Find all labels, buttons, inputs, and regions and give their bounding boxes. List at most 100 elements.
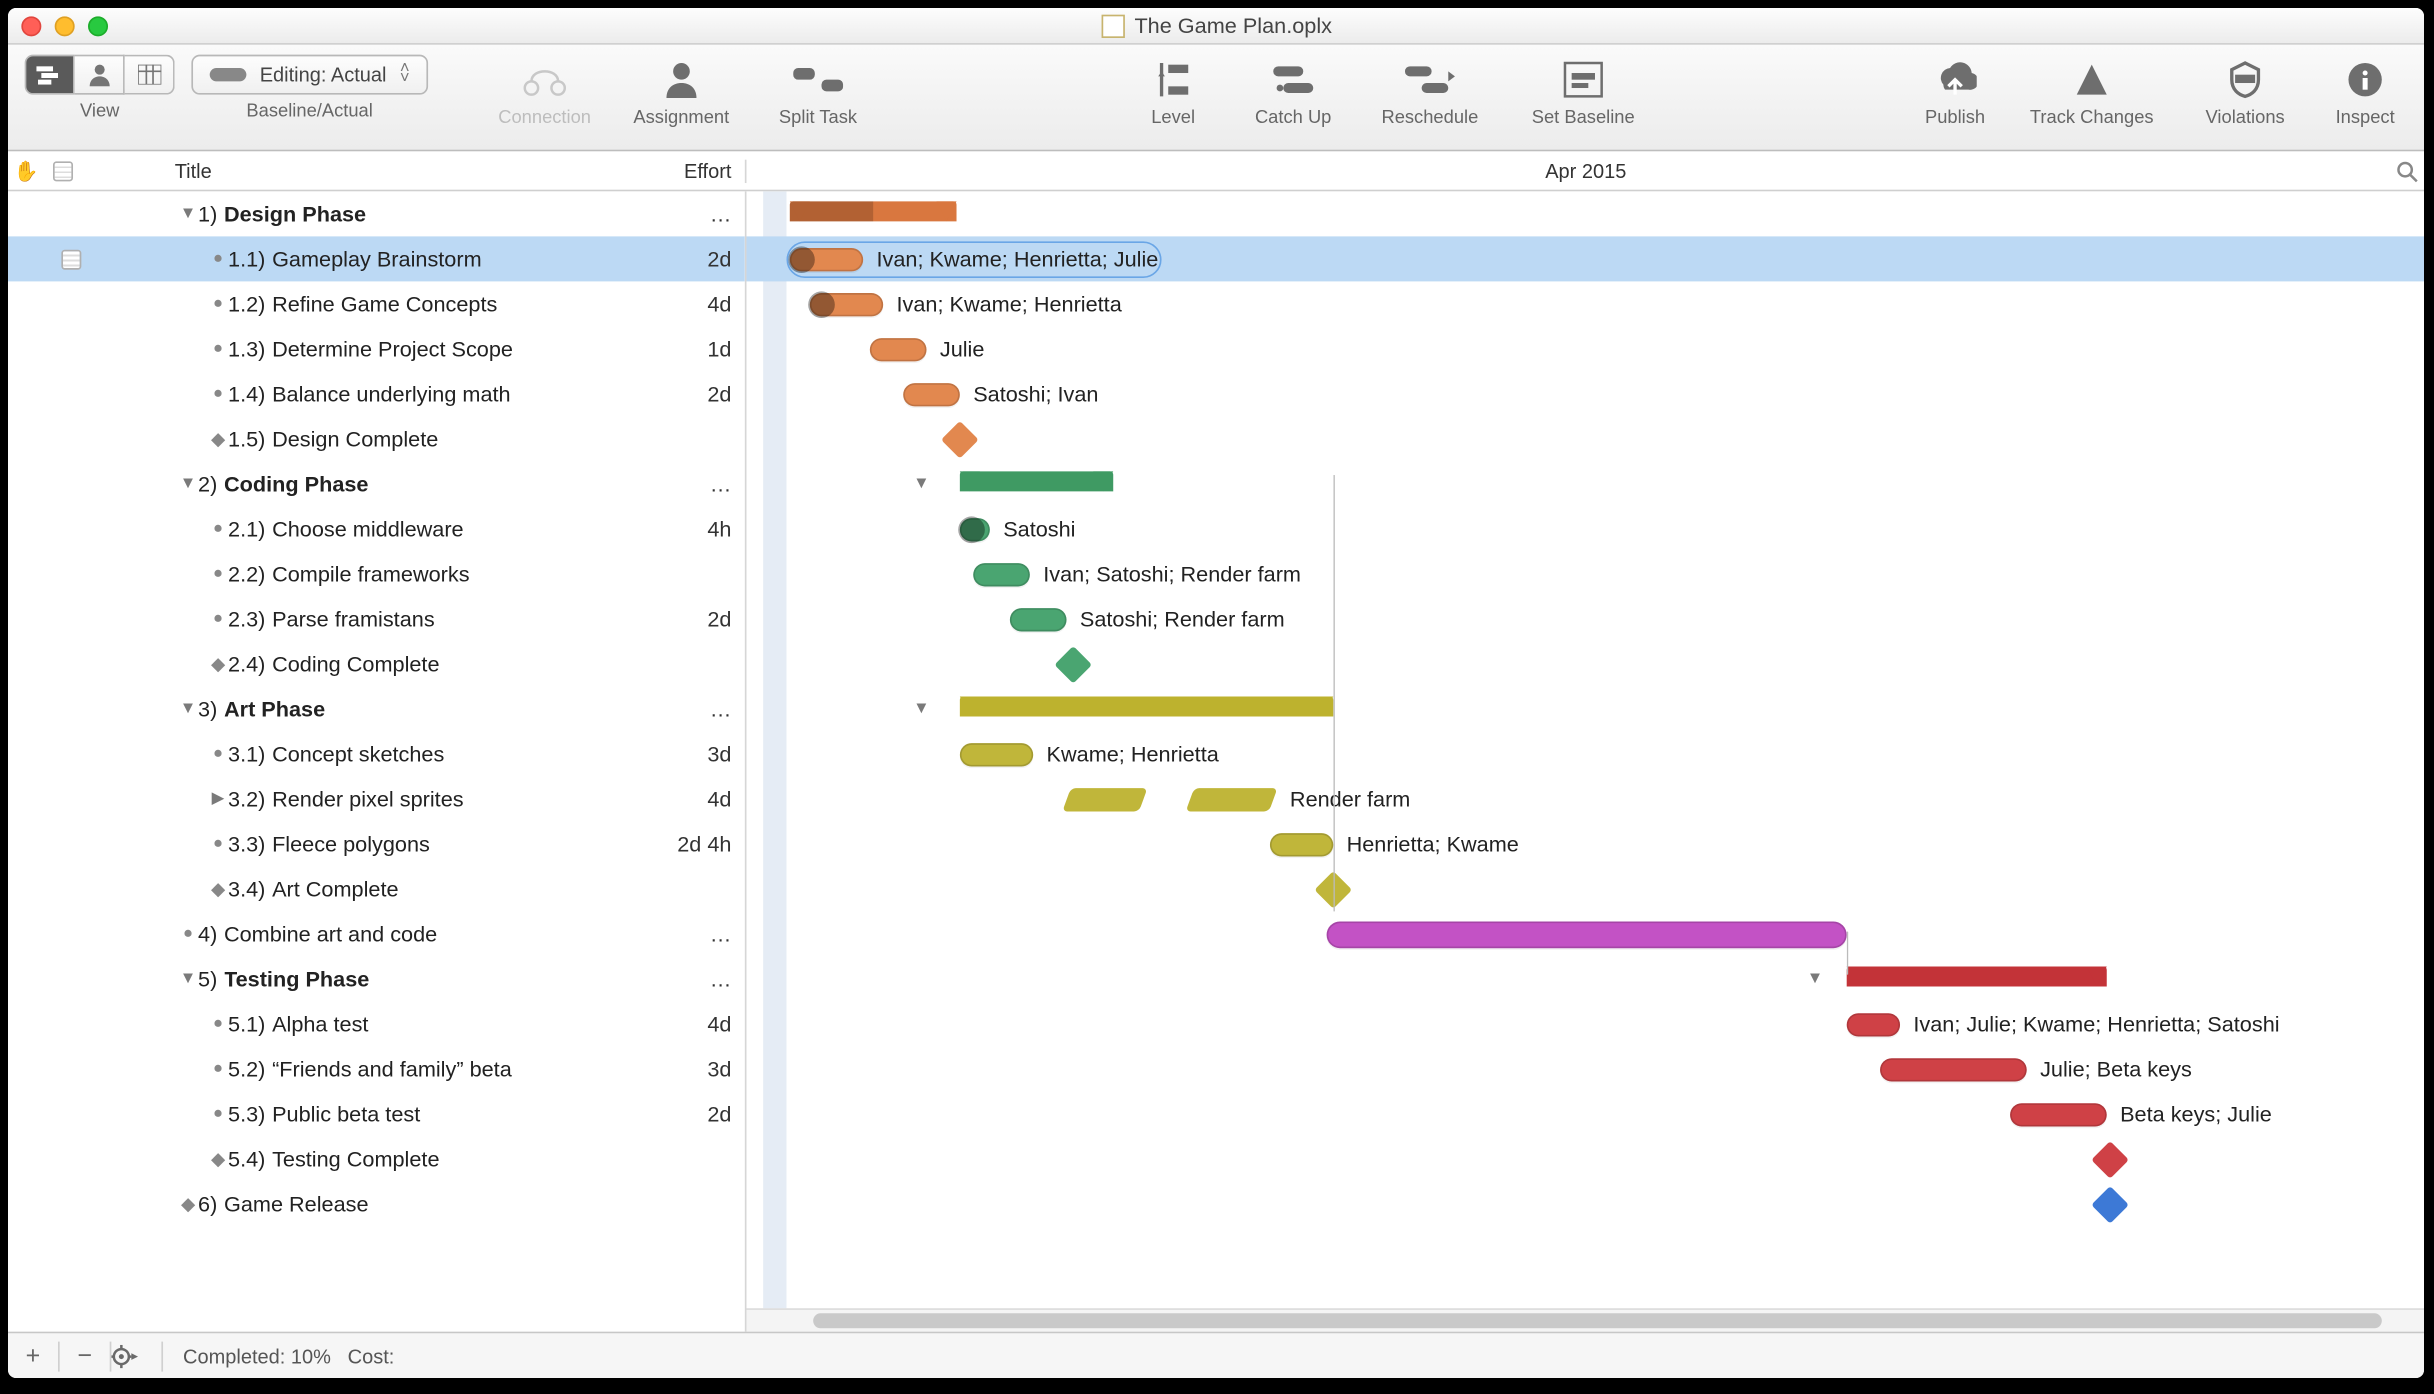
gantt-row[interactable] [746,1182,2424,1227]
gantt-row[interactable]: Ivan; Kwame; Henrietta [746,281,2424,326]
group-collapse-triangle[interactable]: ▼ [913,700,930,718]
phase-bar[interactable] [790,201,957,221]
gantt-row[interactable]: Kwame; Henrietta [746,731,2424,776]
outline-row[interactable]: ● 5.3)Public beta test2d [8,1092,745,1137]
milestone-diamond[interactable] [941,421,979,459]
outline-row[interactable]: ● 3.1)Concept sketches3d [8,731,745,776]
toolbar-violations[interactable]: Violations [2185,55,2305,128]
task-bar[interactable] [2010,1103,2107,1126]
group-collapse-triangle[interactable]: ▼ [1807,970,1824,988]
gantt-row[interactable]: Ivan; Julie; Kwame; Henrietta; Satoshi [746,1002,2424,1047]
gantt-horizontal-scrollbar[interactable] [746,1308,2424,1331]
gantt-row[interactable]: Julie; Beta keys [746,1047,2424,1092]
gantt-row[interactable] [746,867,2424,912]
gantt-row[interactable]: Ivan; Satoshi; Render farm [746,551,2424,596]
add-button[interactable]: + [8,1342,58,1370]
outline-row[interactable]: ▶ 3.2)Render pixel sprites4d [8,776,745,821]
task-bar[interactable] [790,248,863,271]
remove-button[interactable]: − [60,1342,110,1370]
phase-bar[interactable] [960,471,1113,491]
gantt-row[interactable]: ▼ [746,461,2424,506]
outline-row[interactable]: ● 1.4)Balance underlying math2d [8,371,745,416]
search-icon[interactable] [2395,159,2418,182]
gantt-row[interactable] [746,641,2424,686]
gantt-row[interactable]: ▼ [746,686,2424,731]
toolbar-track-changes[interactable]: Track Changes [2015,55,2168,128]
split-task-segment[interactable] [1062,788,1147,811]
task-bar[interactable] [1847,1013,1900,1036]
task-bar[interactable] [1880,1058,2027,1081]
disclosure-triangle[interactable]: ▼ [178,970,198,988]
outline-row[interactable]: ▼ 1)Design Phase… [8,191,745,236]
outline-row[interactable]: ● 1.2)Refine Game Concepts4d [8,281,745,326]
view-gantt-button[interactable] [25,55,75,95]
outline-row[interactable]: ● 2.1)Choose middleware4h [8,506,745,551]
gantt-row[interactable] [746,1137,2424,1182]
toolbar-reschedule[interactable]: Reschedule [1370,55,1490,128]
outline-row[interactable]: ▼ 5)Testing Phase… [8,957,745,1002]
column-effort[interactable]: Effort [651,159,744,182]
gantt-row[interactable]: Render farm [746,776,2424,821]
task-bar[interactable] [960,518,990,541]
outline-row[interactable]: ● 5.2)“Friends and family” beta3d [8,1047,745,1092]
gantt-row[interactable]: Satoshi [746,506,2424,551]
disclosure-triangle[interactable]: ▼ [178,700,198,718]
task-bar[interactable] [973,563,1030,586]
gantt-row[interactable]: Julie [746,326,2424,371]
gantt-row[interactable] [746,912,2424,957]
grab-column-icon[interactable]: ✋ [8,159,45,182]
outline-pane[interactable]: ▼ 1)Design Phase…● 1.1)Gameplay Brainsto… [8,191,746,1331]
toolbar-connection[interactable]: Connection [485,55,605,128]
toolbar-catch-up[interactable]: Catch Up [1233,55,1353,128]
view-resource-button[interactable] [75,55,125,95]
gantt-row[interactable]: Satoshi; Ivan [746,371,2424,416]
disclosure-triangle[interactable]: ▶ [208,790,228,808]
phase-bar[interactable] [1847,967,2107,987]
gantt-row[interactable]: Ivan; Kwame; Henrietta; Julie [746,236,2424,281]
view-calendar-button[interactable] [125,55,175,95]
outline-row[interactable]: ● 4)Combine art and code… [8,912,745,957]
column-title[interactable]: Title [81,159,651,182]
task-bar[interactable] [960,743,1033,766]
task-bar[interactable] [870,338,927,361]
toolbar-assignment[interactable]: Assignment [621,55,741,128]
milestone-diamond[interactable] [1054,646,1092,684]
task-bar[interactable] [1010,608,1067,631]
gantt-pane[interactable]: Ivan; Kwame; Henrietta; JulieIvan; Kwame… [746,191,2424,1331]
outline-row[interactable]: ● 2.2)Compile frameworks [8,551,745,596]
gear-menu-button[interactable] [111,1344,161,1367]
outline-row[interactable]: ▼ 2)Coding Phase… [8,461,745,506]
milestone-diamond[interactable] [1314,871,1352,909]
gantt-row[interactable]: Satoshi; Render farm [746,596,2424,641]
outline-row[interactable]: ◆ 2.4)Coding Complete [8,641,745,686]
toolbar-split-task[interactable]: Split Task [758,55,878,128]
split-task-segment[interactable] [1186,788,1278,811]
milestone-diamond[interactable] [2091,1141,2129,1179]
outline-row[interactable]: ● 2.3)Parse framistans2d [8,596,745,641]
milestone-diamond[interactable] [2091,1186,2129,1224]
gantt-row[interactable] [746,191,2424,236]
notes-column-icon[interactable] [45,161,82,181]
outline-row[interactable]: ● 1.1)Gameplay Brainstorm2d [8,236,745,281]
task-bar[interactable] [1327,922,1847,949]
baseline-actual-selector[interactable]: Editing: Actual ˄˅ [191,55,428,95]
task-bar[interactable] [1270,833,1333,856]
outline-row[interactable]: ◆ 3.4)Art Complete [8,867,745,912]
toolbar-level[interactable]: Level [1130,55,1217,128]
outline-row[interactable]: ◆ 6)Game Release [8,1182,745,1227]
task-bar[interactable] [903,383,960,406]
toolbar-publish[interactable]: Publish [1912,55,1999,128]
gantt-row[interactable] [746,416,2424,461]
phase-bar[interactable] [960,696,1333,716]
gantt-row[interactable]: ▼ [746,957,2424,1002]
outline-row[interactable]: ● 5.1)Alpha test4d [8,1002,745,1047]
gantt-row[interactable]: Beta keys; Julie [746,1092,2424,1137]
outline-row[interactable]: ◆ 1.5)Design Complete [8,416,745,461]
outline-row[interactable]: ◆ 5.4)Testing Complete [8,1137,745,1182]
outline-row[interactable]: ● 3.3)Fleece polygons2d 4h [8,821,745,866]
outline-row[interactable]: ▼ 3)Art Phase… [8,686,745,731]
toolbar-set-baseline[interactable]: Set Baseline [1507,55,1660,128]
group-collapse-triangle[interactable]: ▼ [913,475,930,493]
disclosure-triangle[interactable]: ▼ [178,475,198,493]
toolbar-inspect[interactable]: Inspect [2322,55,2409,128]
